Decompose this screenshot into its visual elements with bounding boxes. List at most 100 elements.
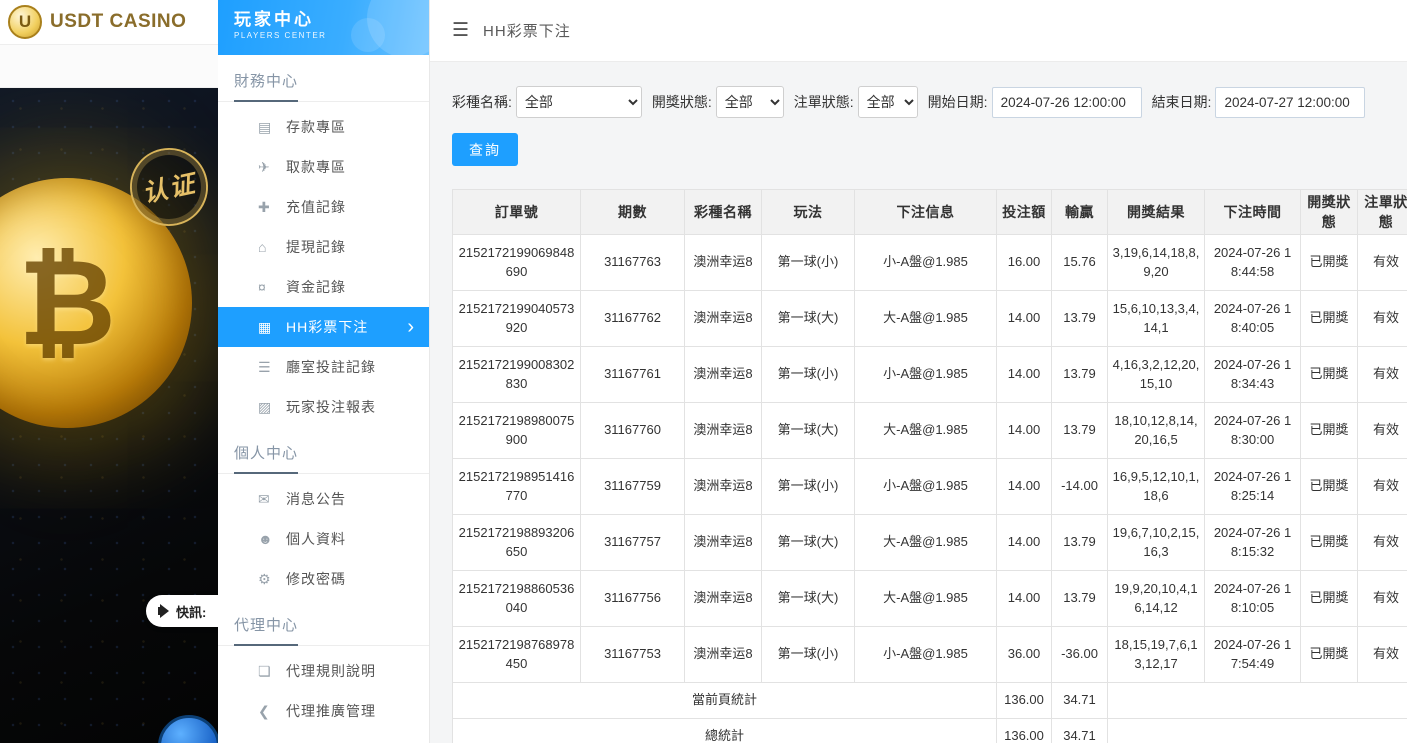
draw-status-select[interactable]: 全部 <box>716 86 784 118</box>
sidebar-item-hh-lottery-bet[interactable]: ▦HH彩票下注› <box>218 307 429 347</box>
gear-icon: ⚙ <box>258 571 286 588</box>
sidebar-item-deposit[interactable]: ▤存款專區 <box>218 107 429 147</box>
table-cell: 澳洲幸运8 <box>685 347 762 403</box>
table-cell: 2152172198980075900 <box>453 403 581 459</box>
table-row: 215217219895141677031167759澳洲幸运8第一球(小)小-… <box>453 459 1407 515</box>
brand-coin-logo-icon: U <box>8 5 42 39</box>
summary-winloss-total: 34.71 <box>1052 719 1108 743</box>
summary-row: 總統計136.0034.71 <box>453 719 1407 743</box>
table-cell: 16.00 <box>997 235 1052 291</box>
funds-record-icon: ¤ <box>258 279 286 295</box>
table-cell: 大-A盤@1.985 <box>855 571 997 627</box>
sidebar-item-label: 代理規則說明 <box>286 661 376 681</box>
sidebar-item-withdraw[interactable]: ✈取款專區 <box>218 147 429 187</box>
table-cell: 第一球(大) <box>762 515 855 571</box>
table-cell: 2152172199069848690 <box>453 235 581 291</box>
sidebar-item-player-bet-report[interactable]: ▨玩家投注報表 <box>218 387 429 427</box>
table-cell: 31167760 <box>581 403 685 459</box>
sidebar-item-room-bet-record[interactable]: ☰廳室投註記錄 <box>218 347 429 387</box>
order-status-label: 注單狀態: <box>794 92 854 112</box>
table-cell: 2152172198860536040 <box>453 571 581 627</box>
table-cell: 澳洲幸运8 <box>685 515 762 571</box>
table-cell: 2024-07-26 18:10:05 <box>1205 571 1301 627</box>
summary-winloss-total: 34.71 <box>1052 683 1108 719</box>
table-cell: 2024-07-26 18:25:14 <box>1205 459 1301 515</box>
table-cell: 第一球(小) <box>762 235 855 291</box>
sidebar-item-funds-record[interactable]: ¤資金記錄 <box>218 267 429 307</box>
table-cell: 有效 <box>1358 627 1407 683</box>
sidebar-item-label: 玩家投注報表 <box>286 397 376 417</box>
table-cell: 14.00 <box>997 347 1052 403</box>
column-header: 輸贏 <box>1052 190 1108 235</box>
table-cell: 已開獎 <box>1301 291 1358 347</box>
summary-row: 當前頁統計136.0034.71 <box>453 683 1407 719</box>
start-date-label: 開始日期: <box>928 92 988 112</box>
table-cell: 3,19,6,14,18,8,9,20 <box>1108 235 1205 291</box>
cashout-record-icon: ⌂ <box>258 239 286 255</box>
table-cell: 31167761 <box>581 347 685 403</box>
sidebar-item-change-password[interactable]: ⚙修改密碼 <box>218 559 429 599</box>
table-cell: 小-A盤@1.985 <box>855 235 997 291</box>
section-title: 代理中心 <box>218 599 429 646</box>
hamburger-menu-icon[interactable]: ☰ <box>452 19 469 42</box>
deposit-icon: ▤ <box>258 119 286 136</box>
sidebar-item-cashout-record[interactable]: ⌂提現記錄 <box>218 227 429 267</box>
column-header: 投注額 <box>997 190 1052 235</box>
brand-bar: U USDT CASINO <box>0 0 218 45</box>
search-button[interactable]: 查詢 <box>452 133 518 166</box>
table-cell: 已開獎 <box>1301 627 1358 683</box>
table-row: 215217219904057392031167762澳洲幸运8第一球(大)大-… <box>453 291 1407 347</box>
end-date-input[interactable] <box>1215 87 1365 118</box>
sidebar-item-recharge-record[interactable]: ✚充值記錄 <box>218 187 429 227</box>
table-cell: 有效 <box>1358 571 1407 627</box>
table-cell: 14.00 <box>997 291 1052 347</box>
table-cell: 澳洲幸运8 <box>685 403 762 459</box>
table-cell: 13.79 <box>1052 347 1108 403</box>
bet-records-table: 訂單號期數彩種名稱玩法下注信息投注額輸贏開獎結果下注時間開獎狀態注單狀態 215… <box>452 189 1407 743</box>
summary-bet-total: 136.00 <box>997 719 1052 743</box>
bet-report-icon: ▨ <box>258 399 286 416</box>
sidebar-item-profile[interactable]: ☻個人資料 <box>218 519 429 559</box>
table-cell: 14.00 <box>997 459 1052 515</box>
table-cell: 第一球(大) <box>762 571 855 627</box>
sidebar-header: 玩家中心 PLAYERS CENTER <box>218 0 429 55</box>
table-cell: 2152172199008302830 <box>453 347 581 403</box>
table-cell: 有效 <box>1358 235 1407 291</box>
table-cell: 2024-07-26 18:40:05 <box>1205 291 1301 347</box>
table-cell: 第一球(大) <box>762 403 855 459</box>
announcement-bell-icon: ✉ <box>258 491 286 508</box>
table-cell: 澳洲幸运8 <box>685 627 762 683</box>
table-cell: 2024-07-26 17:54:49 <box>1205 627 1301 683</box>
sidebar-item-label: 取款專區 <box>286 157 346 177</box>
table-cell: 澳洲幸运8 <box>685 459 762 515</box>
recharge-record-icon: ✚ <box>258 199 286 216</box>
sidebar-item-agent-promotion[interactable]: ❮代理推廣管理 <box>218 691 429 731</box>
sidebar-item-announcements[interactable]: ✉消息公告 <box>218 479 429 519</box>
sidebar-menu: 財務中心▤存款專區✈取款專區✚充值記錄⌂提現記錄¤資金記錄▦HH彩票下注›☰廳室… <box>218 55 429 743</box>
table-cell: 已開獎 <box>1301 515 1358 571</box>
table-row: 215217219900830283031167761澳洲幸运8第一球(小)小-… <box>453 347 1407 403</box>
column-header: 期數 <box>581 190 685 235</box>
end-date-label: 結束日期: <box>1152 92 1212 112</box>
order-status-select[interactable]: 全部 <box>858 86 918 118</box>
start-date-input[interactable] <box>992 87 1142 118</box>
table-cell: 13.79 <box>1052 515 1108 571</box>
table-row: 215217219886053604031167756澳洲幸运8第一球(大)大-… <box>453 571 1407 627</box>
lottery-name-select[interactable]: 全部 <box>516 86 642 118</box>
sidebar-item-agent-rules[interactable]: ❏代理規則說明 <box>218 651 429 691</box>
table-cell: 小-A盤@1.985 <box>855 627 997 683</box>
sidebar-item-label: 存款專區 <box>286 117 346 137</box>
summary-empty-cell <box>1108 683 1407 719</box>
table-cell: 18,10,12,8,14,20,16,5 <box>1108 403 1205 459</box>
news-ticker[interactable]: 快訊: <box>146 595 218 627</box>
table-cell: 已開獎 <box>1301 347 1358 403</box>
table-cell: 2024-07-26 18:44:58 <box>1205 235 1301 291</box>
customer-service-float-button[interactable] <box>158 715 218 743</box>
filter-bar: 彩種名稱: 全部 開獎狀態: 全部 注單狀態: 全部 開始日期: 結束日期: <box>452 86 1407 118</box>
table-cell: 已開獎 <box>1301 235 1358 291</box>
topbar: ☰ HH彩票下注 <box>430 0 1407 62</box>
table-row: 215217219876897845031167753澳洲幸运8第一球(小)小-… <box>453 627 1407 683</box>
summary-label: 總統計 <box>453 719 997 743</box>
table-cell: 小-A盤@1.985 <box>855 459 997 515</box>
column-header: 訂單號 <box>453 190 581 235</box>
